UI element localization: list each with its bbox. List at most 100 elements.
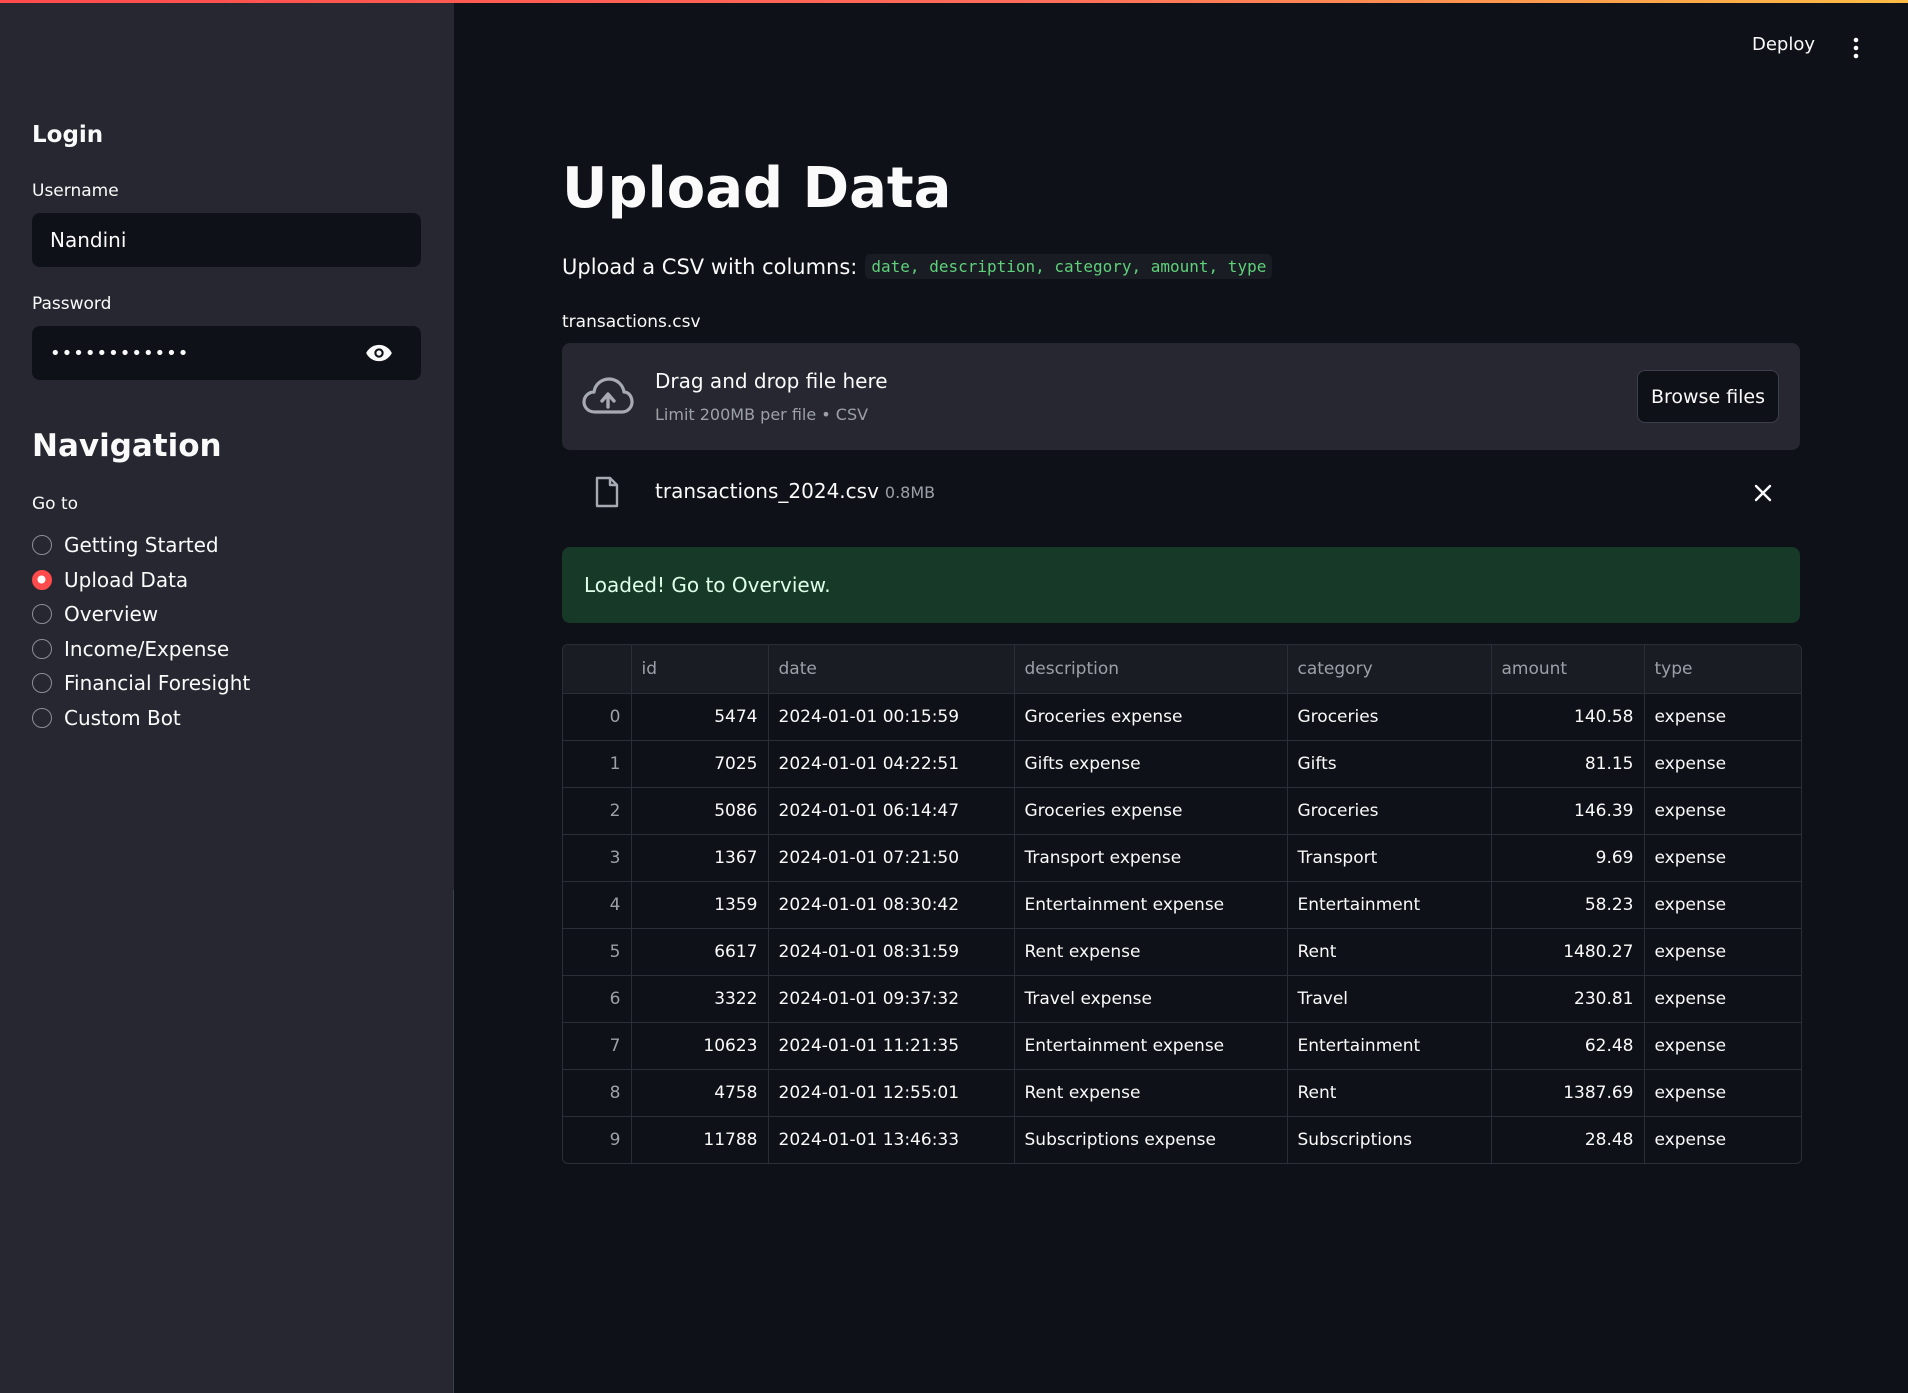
cell-type[interactable]: expense	[1644, 740, 1801, 788]
table-row[interactable]: 4 1359 2024-01-01 08:30:42 Entertainment ex…	[563, 881, 1801, 929]
cell-description[interactable]: Entertainment expense	[1014, 881, 1288, 929]
cell-id[interactable]: 4758	[631, 1069, 769, 1117]
cell-id[interactable]: 1359	[631, 881, 769, 929]
cell-description[interactable]: Subscriptions expense	[1014, 1116, 1288, 1163]
file-dropzone[interactable]: Drag and drop file here Limit 200MB per …	[562, 343, 1800, 450]
cell-date[interactable]: 2024-01-01 12:55:01	[768, 1069, 1015, 1117]
cell-amount[interactable]: 146.39	[1491, 787, 1645, 835]
cell-amount[interactable]: 58.23	[1491, 881, 1645, 929]
table-row[interactable]: 3 1367 2024-01-01 07:21:50 Transport expens…	[563, 834, 1801, 882]
cell-amount[interactable]: 9.69	[1491, 834, 1645, 882]
table-row[interactable]: 6 3322 2024-01-01 09:37:32 Travel expense Tr…	[563, 975, 1801, 1023]
cell-id[interactable]: 11788	[631, 1116, 769, 1163]
cell-type[interactable]: expense	[1644, 1116, 1801, 1163]
cell-amount[interactable]: 230.81	[1491, 975, 1645, 1023]
cell-type[interactable]: expense	[1644, 1022, 1801, 1070]
cell-type[interactable]: expense	[1644, 787, 1801, 835]
cell-type[interactable]: expense	[1644, 975, 1801, 1023]
column-header-index[interactable]	[563, 645, 632, 694]
cell-index[interactable]: 7	[563, 1022, 632, 1070]
cell-date[interactable]: 2024-01-01 04:22:51	[768, 740, 1015, 788]
cell-index[interactable]: 8	[563, 1069, 632, 1117]
cell-type[interactable]: expense	[1644, 834, 1801, 882]
cell-index[interactable]: 6	[563, 975, 632, 1023]
column-header-amount[interactable]: amount	[1491, 645, 1645, 694]
data-table[interactable]: id date description category amount type…	[562, 644, 1802, 1164]
close-icon[interactable]	[1754, 484, 1772, 502]
cell-type[interactable]: expense	[1644, 1069, 1801, 1117]
cell-amount[interactable]: 62.48	[1491, 1022, 1645, 1070]
cell-type[interactable]: expense	[1644, 928, 1801, 976]
cell-date[interactable]: 2024-01-01 09:37:32	[768, 975, 1015, 1023]
cell-description[interactable]: Groceries expense	[1014, 787, 1288, 835]
sidebar-resize-handle[interactable]	[453, 890, 454, 1393]
cell-category[interactable]: Entertainment	[1287, 881, 1492, 929]
nav-radio-custom-bot[interactable]: Custom Bot	[32, 705, 181, 731]
cell-amount[interactable]: 81.15	[1491, 740, 1645, 788]
column-header-type[interactable]: type	[1644, 645, 1801, 694]
nav-radio-getting-started[interactable]: Getting Started	[32, 532, 219, 558]
nav-radio-financial-foresight[interactable]: Financial Foresight	[32, 670, 250, 696]
table-row[interactable]: 2 5086 2024-01-01 06:14:47 Groceries expens…	[563, 787, 1801, 835]
cell-category[interactable]: Rent	[1287, 928, 1492, 976]
cell-category[interactable]: Entertainment	[1287, 1022, 1492, 1070]
cell-amount[interactable]: 1387.69	[1491, 1069, 1645, 1117]
cell-index[interactable]: 9	[563, 1116, 632, 1163]
cell-index[interactable]: 3	[563, 834, 632, 882]
cell-description[interactable]: Entertainment expense	[1014, 1022, 1288, 1070]
cell-description[interactable]: Rent expense	[1014, 1069, 1288, 1117]
cell-id[interactable]: 5086	[631, 787, 769, 835]
deploy-button[interactable]: Deploy	[1752, 34, 1815, 55]
cell-type[interactable]: expense	[1644, 881, 1801, 929]
cell-index[interactable]: 5	[563, 928, 632, 976]
cell-category[interactable]: Transport	[1287, 834, 1492, 882]
table-row[interactable]: 1 7025 2024-01-01 04:22:51 Gifts expense Gif…	[563, 740, 1801, 788]
table-row[interactable]: 8 4758 2024-01-01 12:55:01 Rent expense Rent…	[563, 1069, 1801, 1117]
cell-index[interactable]: 2	[563, 787, 632, 835]
cell-category[interactable]: Groceries	[1287, 787, 1492, 835]
cell-description[interactable]: Groceries expense	[1014, 693, 1288, 741]
cell-id[interactable]: 5474	[631, 693, 769, 741]
username-input[interactable]: Nandini	[32, 213, 421, 267]
cell-id[interactable]: 6617	[631, 928, 769, 976]
password-input[interactable]: ••••••••••••	[32, 326, 421, 380]
cell-amount[interactable]: 28.48	[1491, 1116, 1645, 1163]
table-row[interactable]: 0 5474 2024-01-01 00:15:59 Groceries expens…	[563, 693, 1801, 741]
cell-date[interactable]: 2024-01-01 13:46:33	[768, 1116, 1015, 1163]
cell-description[interactable]: Gifts expense	[1014, 740, 1288, 788]
cell-index[interactable]: 0	[563, 693, 632, 741]
browse-files-button[interactable]: Browse files	[1637, 370, 1779, 423]
table-row[interactable]: 9 11788 2024-01-01 13:46:33 Subscriptions e…	[563, 1116, 1801, 1163]
eye-icon[interactable]	[365, 342, 393, 364]
nav-radio-overview[interactable]: Overview	[32, 601, 158, 627]
cell-date[interactable]: 2024-01-01 08:30:42	[768, 881, 1015, 929]
cell-description[interactable]: Transport expense	[1014, 834, 1288, 882]
cell-category[interactable]: Travel	[1287, 975, 1492, 1023]
column-header-id[interactable]: id	[631, 645, 769, 694]
cell-category[interactable]: Subscriptions	[1287, 1116, 1492, 1163]
table-row[interactable]: 5 6617 2024-01-01 08:31:59 Rent expense Rent…	[563, 928, 1801, 976]
cell-index[interactable]: 4	[563, 881, 632, 929]
cell-id[interactable]: 7025	[631, 740, 769, 788]
cell-id[interactable]: 1367	[631, 834, 769, 882]
cell-id[interactable]: 10623	[631, 1022, 769, 1070]
column-header-date[interactable]: date	[768, 645, 1015, 694]
cell-amount[interactable]: 140.58	[1491, 693, 1645, 741]
nav-radio-upload-data[interactable]: Upload Data	[32, 567, 188, 593]
column-header-category[interactable]: category	[1287, 645, 1492, 694]
cell-category[interactable]: Gifts	[1287, 740, 1492, 788]
cell-description[interactable]: Travel expense	[1014, 975, 1288, 1023]
cell-date[interactable]: 2024-01-01 11:21:35	[768, 1022, 1015, 1070]
cell-date[interactable]: 2024-01-01 00:15:59	[768, 693, 1015, 741]
cell-date[interactable]: 2024-01-01 08:31:59	[768, 928, 1015, 976]
cell-category[interactable]: Rent	[1287, 1069, 1492, 1117]
kebab-menu-icon[interactable]	[1850, 36, 1862, 60]
cell-category[interactable]: Groceries	[1287, 693, 1492, 741]
nav-radio-income-expense[interactable]: Income/Expense	[32, 636, 229, 662]
cell-amount[interactable]: 1480.27	[1491, 928, 1645, 976]
cell-description[interactable]: Rent expense	[1014, 928, 1288, 976]
table-row[interactable]: 7 10623 2024-01-01 11:21:35 Entertainment e…	[563, 1022, 1801, 1070]
cell-index[interactable]: 1	[563, 740, 632, 788]
column-header-description[interactable]: description	[1014, 645, 1288, 694]
cell-date[interactable]: 2024-01-01 06:14:47	[768, 787, 1015, 835]
